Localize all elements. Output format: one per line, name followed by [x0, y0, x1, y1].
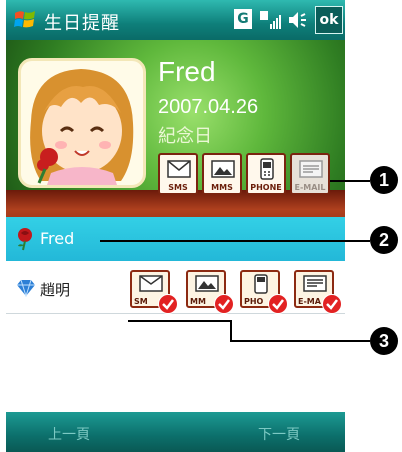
callout-line-1	[330, 180, 370, 182]
list-item[interactable]: 趙明 SM MM PHO E-MA	[6, 263, 345, 314]
anniversary-label: 紀念日	[158, 126, 212, 147]
contact-date: 2007.04.26	[158, 96, 259, 118]
checkmark-icon	[322, 294, 342, 314]
phone-button[interactable]: PHO	[240, 270, 288, 314]
mms-button-label: MM	[190, 297, 206, 306]
gprs-badge: G	[234, 9, 252, 29]
softkey-bar: 上一頁 下一頁	[6, 412, 345, 452]
email-button-label: E-MA	[298, 297, 321, 306]
avatar	[18, 58, 146, 188]
callout-line-2	[100, 240, 370, 242]
list-item-selected[interactable]: Fred	[6, 217, 345, 261]
list-item-label: 趙明	[40, 281, 71, 299]
phone-icon	[260, 158, 274, 180]
mms-button[interactable]: MMS	[202, 153, 242, 195]
checkmark-icon	[158, 294, 178, 314]
rose-icon	[18, 228, 32, 251]
email-button[interactable]: E-MAIL	[290, 153, 330, 195]
checkmark-icon	[214, 294, 234, 314]
title-bar: 生日提醒 G ok	[6, 0, 345, 40]
sms-button[interactable]: SMS	[158, 153, 198, 195]
list-item-label: Fred	[40, 229, 75, 248]
callout-number-2: 2	[370, 226, 398, 254]
sms-button-label: SMS	[168, 183, 188, 192]
email-button-label: E-MAIL	[294, 183, 326, 192]
signal-icon[interactable]	[258, 8, 282, 32]
mms-button-label: MMS	[211, 183, 233, 192]
callout-line-3b	[230, 320, 232, 342]
cartoon-girl-avatar-icon	[30, 69, 134, 185]
next-page-softkey[interactable]: 下一頁	[258, 424, 300, 444]
phone-button-label: PHONE	[250, 183, 282, 192]
email-icon	[299, 160, 323, 178]
app-title: 生日提醒	[44, 13, 120, 34]
phone-button-label: PHO	[244, 297, 264, 306]
email-icon	[303, 275, 327, 292]
previous-page-softkey[interactable]: 上一頁	[48, 424, 90, 444]
callout-line-3a	[128, 320, 230, 322]
contact-header: Fred 2007.04.26 紀念日 SMS MMS PHONE E-MAIL	[6, 40, 345, 240]
contact-name: Fred	[158, 56, 216, 87]
device-screen: 生日提醒 G ok Fred 2007.04.26 紀念日 SMS MMS PH…	[6, 0, 345, 452]
diamond-icon	[17, 279, 35, 297]
envelope-icon	[167, 160, 191, 178]
mms-button[interactable]: MM	[186, 270, 234, 314]
phone-icon	[254, 274, 268, 294]
callout-number-1: 1	[370, 166, 398, 194]
email-button[interactable]: E-MA	[294, 270, 342, 314]
callout-line-3c	[230, 340, 370, 342]
checkmark-icon	[268, 294, 288, 314]
sms-button[interactable]: SM	[130, 270, 178, 314]
envelope-icon	[139, 275, 163, 292]
picture-icon	[211, 160, 235, 178]
callout-number-3: 3	[370, 327, 398, 355]
volume-icon[interactable]	[286, 8, 310, 32]
ok-button[interactable]: ok	[315, 6, 343, 34]
windows-start-icon[interactable]	[12, 7, 38, 33]
sms-button-label: SM	[134, 297, 148, 306]
phone-button[interactable]: PHONE	[246, 153, 286, 195]
picture-icon	[195, 275, 219, 292]
